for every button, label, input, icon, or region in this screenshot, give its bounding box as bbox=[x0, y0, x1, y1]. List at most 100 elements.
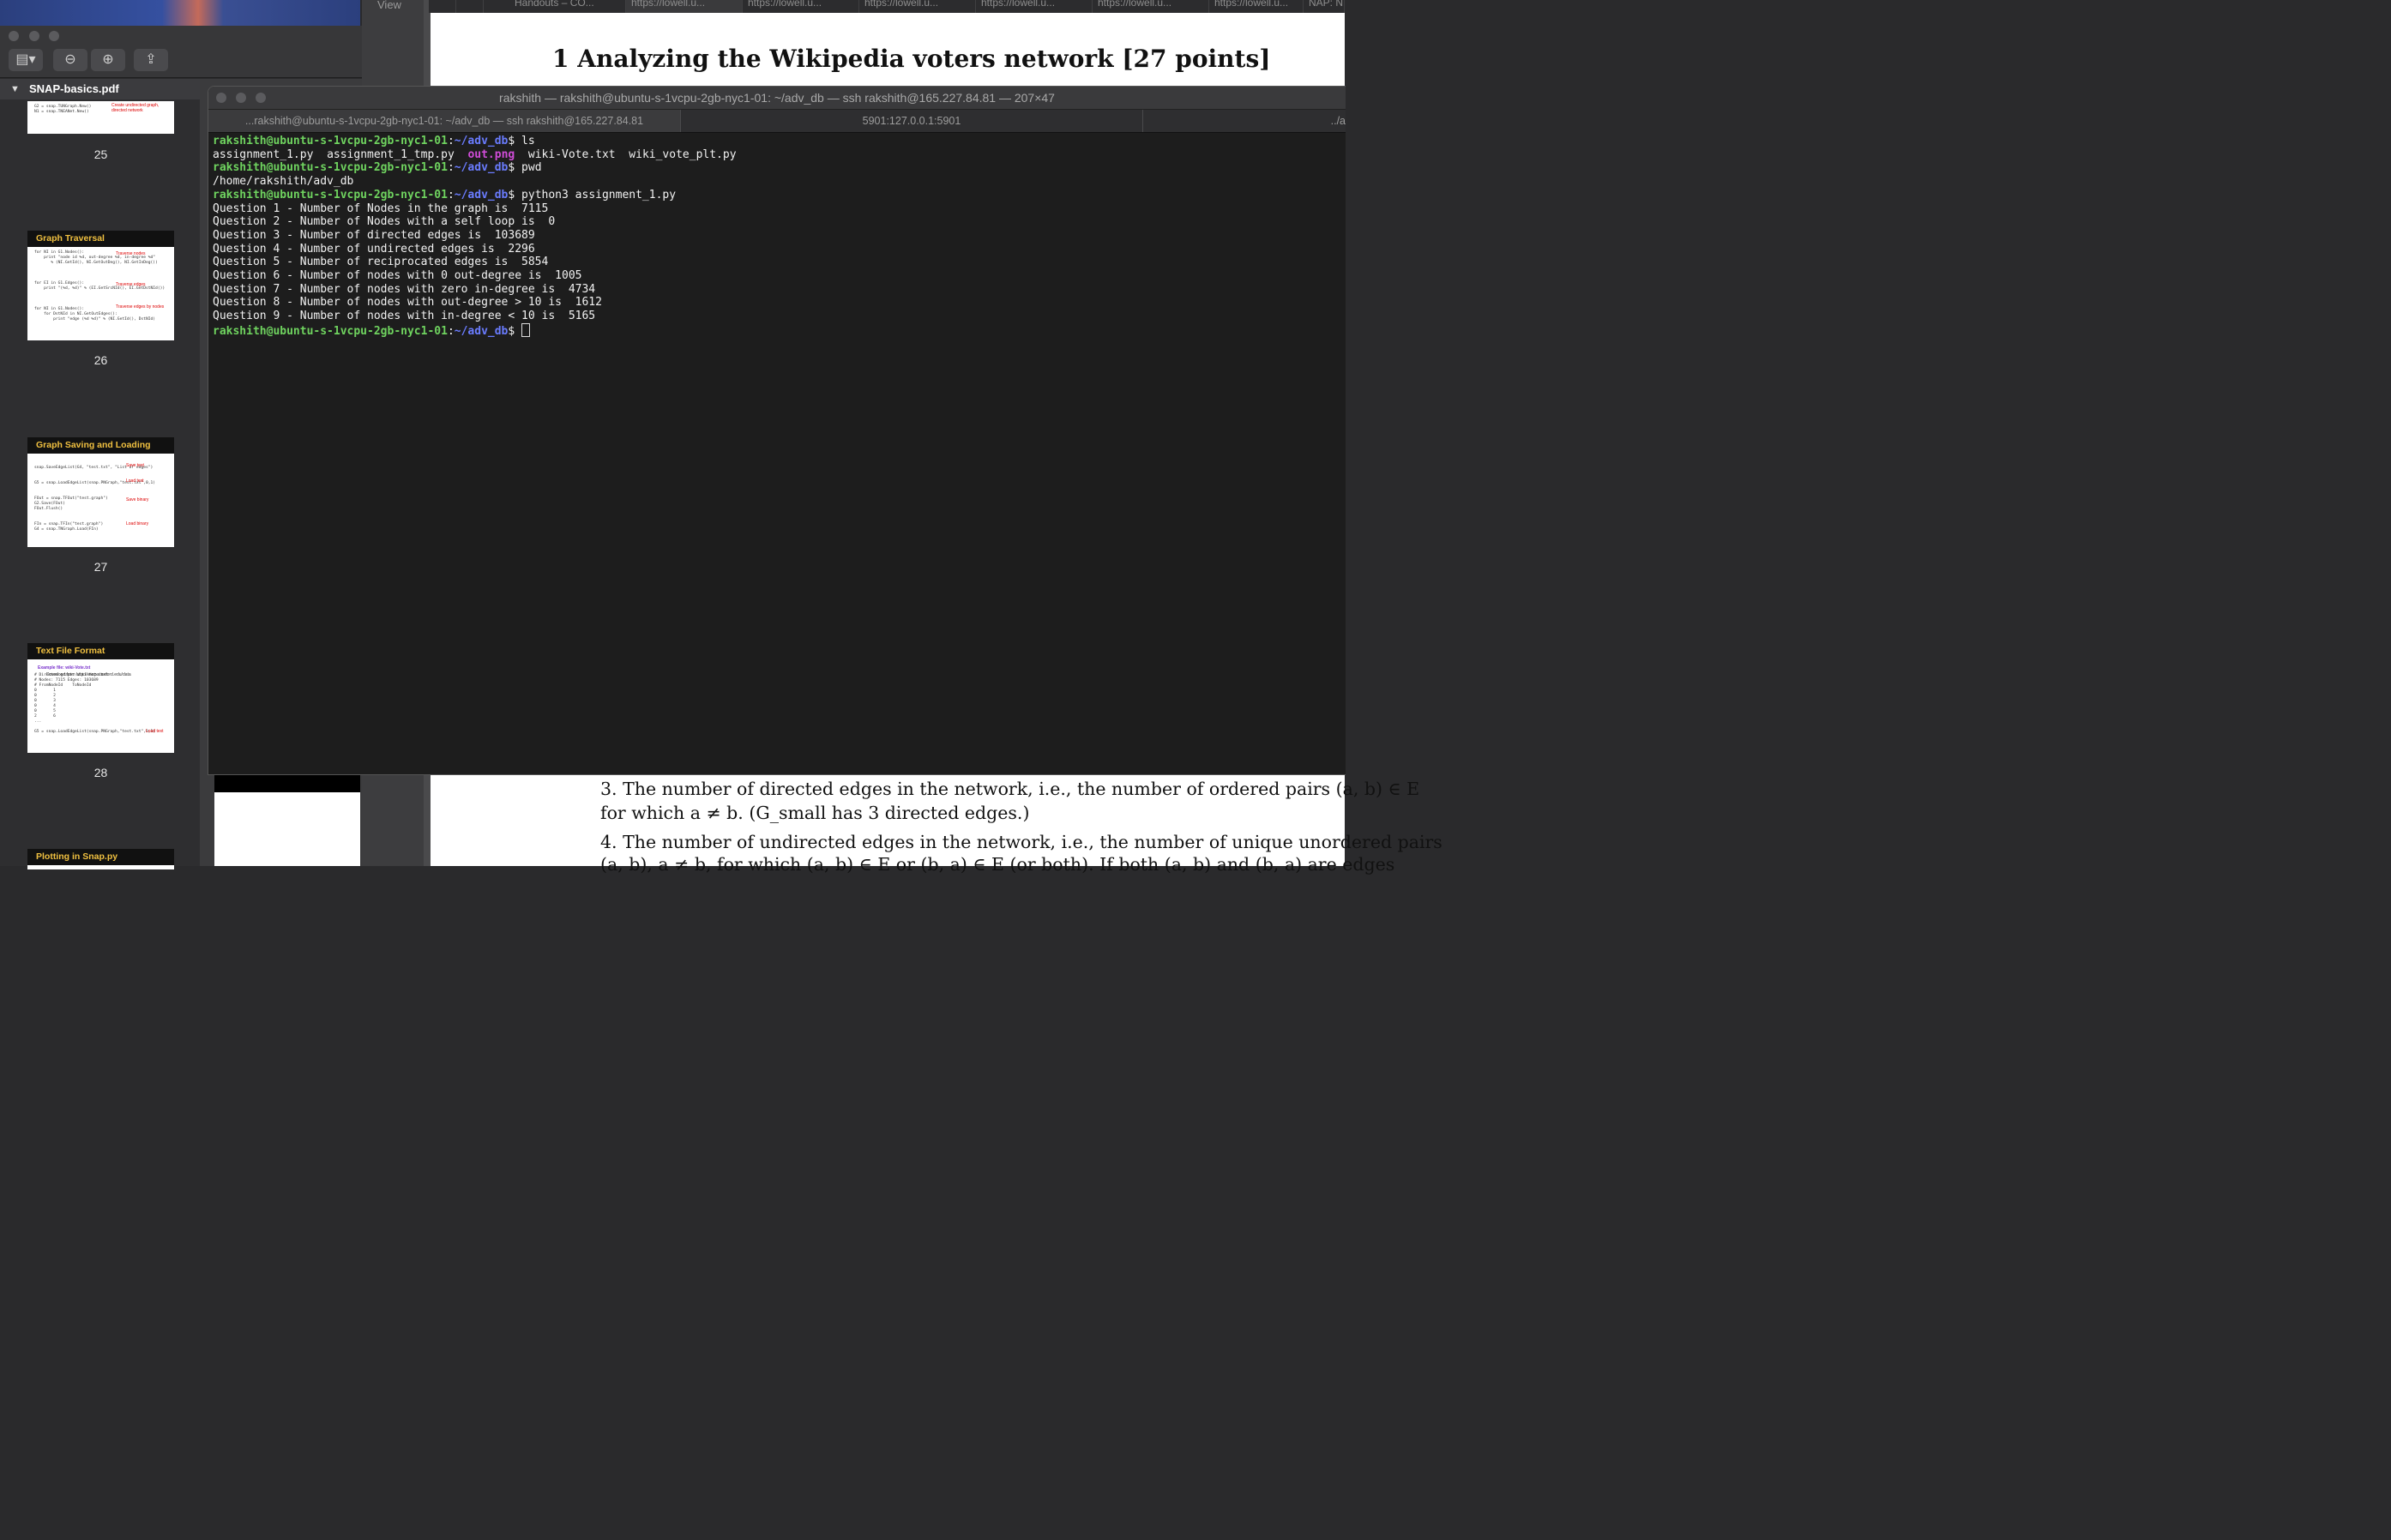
terminal-line: rakshith@ubuntu-s-1vcpu-2gb-nyc1-01:~/ad… bbox=[213, 188, 677, 202]
thumbnail-note: Load text bbox=[146, 729, 164, 734]
page-thumbnail-29[interactable]: Plotting in Snap.py bbox=[27, 849, 174, 869]
thumbnail-title: Text File Format bbox=[27, 643, 174, 659]
disclosure-triangle-icon[interactable]: ▼ bbox=[10, 79, 20, 99]
document-disclosure[interactable]: ▼ SNAP-basics.pdf bbox=[0, 79, 200, 99]
page-number: 26 bbox=[93, 353, 108, 367]
prompt-user: rakshith@ubuntu-s-1vcpu-2gb-nyc1-01 bbox=[213, 161, 448, 175]
question-output-line: Question 2 - Number of Nodes with a self… bbox=[213, 215, 556, 229]
page-number: 25 bbox=[93, 147, 108, 161]
thumbnail-code: # Directed graph: wiki-Vote.txt # Nodes:… bbox=[34, 673, 156, 734]
view-menu-label[interactable]: View bbox=[377, 0, 401, 11]
thumbnail-note: Download from http://snap.stanford.edu/d… bbox=[46, 672, 131, 677]
text-cursor bbox=[521, 322, 531, 337]
question-output-line: Question 9 - Number of nodes with in-deg… bbox=[213, 310, 596, 323]
thumbnail-note: Traverse edges bbox=[116, 282, 146, 287]
doc-list-item-3: 3. The number of directed edges in the n… bbox=[600, 779, 1420, 799]
doc-list-item-4-cont: (a, b), a ≠ b, for which (a, b) ∈ E or (… bbox=[600, 854, 1395, 875]
page-number: 27 bbox=[93, 560, 108, 574]
doc-list-item-3-cont: for which a ≠ b. (G_small has 3 directed… bbox=[600, 803, 1030, 823]
ls-entry: wiki_vote_plt.py bbox=[629, 147, 737, 161]
ls-entry: out.png bbox=[467, 147, 515, 161]
doc-list-item-4: 4. The number of undirected edges in the… bbox=[600, 832, 1442, 852]
thumbnail-note: Save text bbox=[126, 463, 144, 468]
prompt-user: rakshith@ubuntu-s-1vcpu-2gb-nyc1-01 bbox=[213, 324, 448, 338]
tab-icon-1[interactable] bbox=[429, 0, 456, 13]
page-thumbnail-27[interactable]: Graph Saving and Loading snap.SaveEdgeLi… bbox=[27, 437, 174, 547]
browser-tab[interactable]: https://lowell.u... bbox=[1093, 0, 1209, 13]
terminal-tab-bar: ...rakshith@ubuntu-s-1vcpu-2gb-nyc1-01: … bbox=[208, 110, 1346, 133]
thumbnail-sidebar: ▼ SNAP-basics.pdf G2 = snap.TUNGraph.New… bbox=[0, 79, 200, 869]
thumbnail-title: Graph Traversal bbox=[27, 231, 174, 247]
terminal-line: rakshith@ubuntu-s-1vcpu-2gb-nyc1-01:~/ad… bbox=[213, 135, 535, 147]
browser-tab[interactable]: NAP: N bbox=[1304, 0, 1345, 13]
ls-entry: wiki-Vote.txt bbox=[527, 147, 616, 161]
thumbnail-note: Load text bbox=[126, 478, 144, 484]
browser-tab[interactable]: https://lowell.u... bbox=[859, 0, 976, 13]
page-number: 28 bbox=[93, 766, 108, 779]
question-output-line: Question 8 - Number of nodes with out-de… bbox=[213, 296, 602, 310]
prompt-path: ~/adv_db bbox=[454, 188, 509, 202]
terminal-window[interactable]: rakshith — rakshith@ubuntu-s-1vcpu-2gb-n… bbox=[208, 86, 1346, 775]
document-heading: 1 Analyzing the Wikipedia voters network… bbox=[552, 45, 1271, 73]
thumbnail-code: snap.SaveEdgeList(G4, "test.txt", "List … bbox=[34, 466, 156, 532]
terminal-line: assignment_1.py assignment_1_tmp.py out.… bbox=[213, 148, 1340, 162]
zoom-out-icon[interactable]: ⊖ bbox=[53, 49, 87, 71]
prompt-user: rakshith@ubuntu-s-1vcpu-2gb-nyc1-01 bbox=[213, 188, 448, 202]
prompt-path: ~/adv_db bbox=[454, 161, 509, 175]
zoom-window-button[interactable] bbox=[49, 31, 59, 41]
terminal-line: /home/rakshith/adv_db bbox=[213, 175, 354, 189]
browser-tab[interactable]: https://lowell.u... bbox=[1209, 0, 1304, 13]
desktop-wallpaper bbox=[0, 0, 360, 29]
terminal-tab[interactable]: 5901:127.0.0.1:5901 bbox=[681, 110, 1143, 132]
thumbnail-note: Example file: wiki-Vote.txt bbox=[38, 665, 91, 671]
terminal-line: rakshith@ubuntu-s-1vcpu-2gb-nyc1-01:~/ad… bbox=[213, 322, 1340, 339]
terminal-tab-active[interactable]: ...rakshith@ubuntu-s-1vcpu-2gb-nyc1-01: … bbox=[208, 110, 681, 132]
browser-tab[interactable]: https://lowell.u... bbox=[976, 0, 1093, 13]
document-filename: SNAP-basics.pdf bbox=[29, 82, 119, 95]
page-thumbnail-25[interactable]: G2 = snap.TUNGraph.New() N1 = snap.TNEAN… bbox=[27, 101, 174, 134]
sidebar-toggle-icon[interactable]: ▤▾ bbox=[9, 49, 43, 71]
terminal-tab[interactable]: ../a bbox=[1143, 110, 1346, 132]
thumbnail-note: Traverse nodes bbox=[116, 251, 146, 256]
thumbnail-note: directed network bbox=[111, 108, 143, 113]
question-output-line: Question 6 - Number of nodes with 0 out-… bbox=[213, 269, 582, 283]
command-text: python3 assignment_1.py bbox=[521, 188, 677, 202]
command-text: ls bbox=[521, 135, 535, 147]
page-thumbnail-26[interactable]: Graph Traversal for NI in G1.Nodes(): pr… bbox=[27, 231, 174, 340]
minimize-window-button[interactable] bbox=[29, 31, 39, 41]
ls-entry: assignment_1.py bbox=[213, 147, 314, 161]
preview-toolbar: ▤▾ ⊖ ⊕ ⇪ bbox=[0, 26, 362, 78]
ls-entry: assignment_1_tmp.py bbox=[327, 147, 455, 161]
thumbnail-note: Save binary bbox=[126, 497, 149, 502]
browser-tab-bar: Handouts – CO... https://lowell.u... htt… bbox=[429, 0, 1345, 13]
terminal-title: rakshith — rakshith@ubuntu-s-1vcpu-2gb-n… bbox=[499, 91, 1055, 105]
question-output-line: Question 4 - Number of undirected edges … bbox=[213, 242, 535, 256]
terminal-line: rakshith@ubuntu-s-1vcpu-2gb-nyc1-01:~/ad… bbox=[213, 161, 542, 175]
zoom-in-icon[interactable]: ⊕ bbox=[91, 49, 125, 71]
zoom-window-button[interactable] bbox=[256, 93, 266, 103]
browser-tab[interactable]: https://lowell.u... bbox=[743, 0, 859, 13]
thumbnail-note: Traverse edges by nodes bbox=[116, 304, 165, 310]
terminal-title-bar: rakshith — rakshith@ubuntu-s-1vcpu-2gb-n… bbox=[208, 87, 1346, 110]
prompt-user: rakshith@ubuntu-s-1vcpu-2gb-nyc1-01 bbox=[213, 135, 448, 147]
prompt-path: ~/adv_db bbox=[454, 324, 509, 338]
minimize-window-button[interactable] bbox=[236, 93, 246, 103]
question-output-line: Question 5 - Number of reciprocated edge… bbox=[213, 256, 549, 269]
browser-tab[interactable]: Handouts – CO... bbox=[509, 0, 626, 13]
close-window-button[interactable] bbox=[9, 31, 19, 41]
question-output-line: Question 3 - Number of directed edges is… bbox=[213, 228, 535, 242]
prompt-path: ~/adv_db bbox=[454, 135, 509, 147]
browser-tab[interactable]: https://lowell.u... bbox=[626, 0, 743, 13]
thumbnail-code: for NI in G1.Nodes(): print "node id %d,… bbox=[34, 250, 166, 322]
thumbnail-note: Load binary bbox=[126, 521, 149, 526]
page-thumbnail-28[interactable]: Text File Format # Directed graph: wiki-… bbox=[27, 643, 174, 753]
share-icon[interactable]: ⇪ bbox=[134, 49, 168, 71]
command-text: pwd bbox=[521, 161, 542, 175]
thumbnail-title: Graph Saving and Loading bbox=[27, 437, 174, 454]
question-output-line: Question 1 - Number of Nodes in the grap… bbox=[213, 202, 549, 215]
question-output-line: Question 7 - Number of nodes with zero i… bbox=[213, 282, 596, 296]
terminal-output[interactable]: rakshith@ubuntu-s-1vcpu-2gb-nyc1-01:~/ad… bbox=[213, 135, 1340, 769]
github-icon[interactable] bbox=[458, 0, 484, 13]
thumbnail-title: Plotting in Snap.py bbox=[27, 849, 174, 865]
close-window-button[interactable] bbox=[216, 93, 226, 103]
